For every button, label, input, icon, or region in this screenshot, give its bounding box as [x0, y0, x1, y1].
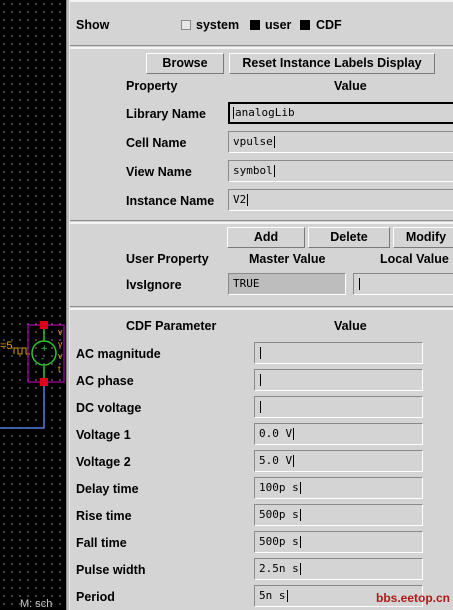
lvsignore-local-value-field[interactable]	[353, 273, 453, 295]
library-name-label: Library Name	[126, 107, 206, 121]
fall-time-label: Fall time	[76, 536, 127, 550]
lvsignore-label: lvsIgnore	[126, 278, 182, 292]
system-checkbox[interactable]	[181, 20, 191, 30]
symbol-pin-label: v	[58, 351, 63, 361]
fall-time-field[interactable]: 500p s	[254, 531, 423, 553]
ac-phase-field[interactable]	[254, 369, 423, 391]
symbol-pin-label: v	[58, 327, 63, 337]
voltage-1-field[interactable]: 0.0 V	[254, 423, 423, 445]
local-value-column-header: Local Value	[380, 252, 449, 266]
svg-text:+: +	[41, 344, 49, 354]
cdf-checkbox[interactable]	[300, 20, 310, 30]
library-name-field[interactable]: analogLib	[228, 102, 453, 124]
view-name-label: View Name	[126, 165, 192, 179]
rise-time-label: Rise time	[76, 509, 132, 523]
watermark: bbs.eetop.cn	[376, 591, 451, 605]
user-checkbox[interactable]	[250, 20, 260, 30]
instance-section: Browse Reset Instance Labels Display Pro…	[70, 47, 453, 221]
cdf-value-column-header: Value	[334, 319, 367, 333]
pulse-width-label: Pulse width	[76, 563, 146, 577]
schematic-canvas[interactable]: + - =5 v v v t M: sch	[0, 0, 66, 610]
delay-time-label: Delay time	[76, 482, 139, 496]
symbol-pin-label: v	[58, 339, 63, 349]
cell-name-field[interactable]: vpulse	[228, 131, 453, 153]
value-column-header: Value	[334, 79, 367, 93]
browse-button[interactable]: Browse	[146, 53, 224, 74]
canvas-net-label: =5	[0, 340, 13, 352]
cdf-parameter-column-header: CDF Parameter	[126, 319, 217, 333]
ac-magnitude-field[interactable]	[254, 342, 423, 364]
user-property-section: Add Delete Modify User Property Master V…	[70, 222, 453, 307]
rise-time-field[interactable]: 500p s	[254, 504, 423, 526]
show-section: Show system user CDF	[70, 0, 453, 46]
delay-time-field[interactable]: 100p s	[254, 477, 423, 499]
period-label: Period	[76, 590, 115, 604]
show-label: Show	[76, 18, 110, 32]
pin-bottom	[40, 378, 48, 386]
view-name-field[interactable]: symbol	[228, 160, 453, 182]
ac-magnitude-label: AC magnitude	[76, 347, 161, 361]
cdf-option-label[interactable]: CDF	[316, 18, 342, 32]
edit-object-properties-panel: Show system user CDF Browse Reset Instan…	[70, 0, 453, 610]
property-column-header: Property	[126, 79, 178, 93]
add-button[interactable]: Add	[227, 227, 305, 248]
dc-voltage-field[interactable]	[254, 396, 423, 418]
master-value-column-header: Master Value	[249, 252, 326, 266]
system-option-label[interactable]: system	[196, 18, 239, 32]
pulse-width-field[interactable]: 2.5n s	[254, 558, 423, 580]
pin-top	[40, 321, 48, 329]
dc-voltage-label: DC voltage	[76, 401, 142, 415]
ac-phase-label: AC phase	[76, 374, 134, 388]
cdf-parameter-section: CDF Parameter Value AC magnitude AC phas…	[70, 308, 453, 610]
status-mode-label: M: sch	[20, 598, 53, 610]
voltage-2-label: Voltage 2	[76, 455, 131, 469]
cell-name-label: Cell Name	[126, 136, 187, 150]
delete-button[interactable]: Delete	[308, 227, 390, 248]
voltage-1-label: Voltage 1	[76, 428, 131, 442]
instance-name-field[interactable]: V2	[228, 189, 453, 211]
modify-button[interactable]: Modify	[393, 227, 453, 248]
lvsignore-master-value: TRUE	[228, 273, 346, 295]
voltage-2-field[interactable]: 5.0 V	[254, 450, 423, 472]
reset-instance-labels-button[interactable]: Reset Instance Labels Display	[229, 53, 435, 74]
instance-name-label: Instance Name	[126, 194, 215, 208]
symbol-pin-label: t	[58, 364, 61, 374]
svg-text:-: -	[41, 354, 44, 364]
user-option-label[interactable]: user	[265, 18, 291, 32]
user-property-column-header: User Property	[126, 252, 209, 266]
schematic-drawing: + -	[0, 321, 65, 429]
